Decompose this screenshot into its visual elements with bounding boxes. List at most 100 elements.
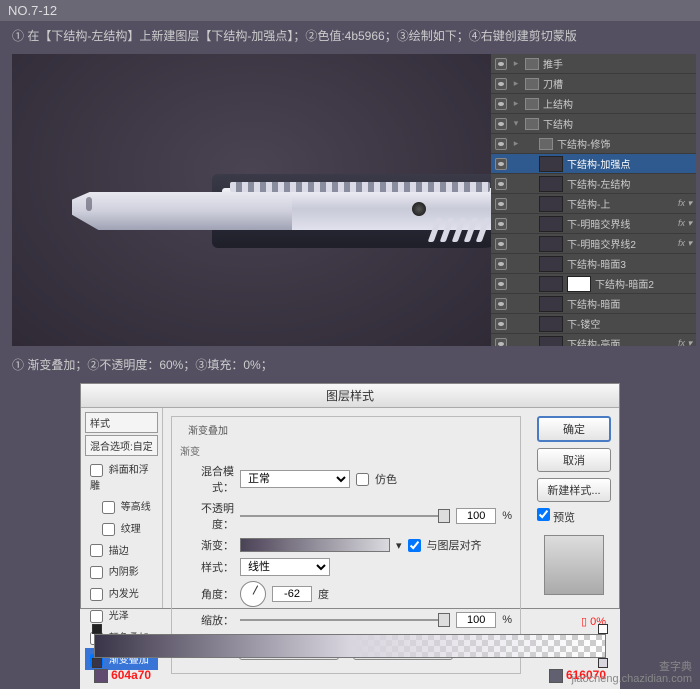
- layer-thumb: [539, 316, 563, 332]
- visibility-icon[interactable]: [495, 318, 507, 330]
- angle-label: 角度：: [180, 586, 234, 602]
- layer-row[interactable]: 下结构-加强点: [491, 154, 696, 174]
- visibility-icon[interactable]: [495, 158, 507, 170]
- visibility-icon[interactable]: [495, 258, 507, 270]
- knife-blade: [72, 192, 292, 230]
- chevron-down-icon[interactable]: ▾: [396, 539, 402, 552]
- visibility-icon[interactable]: [495, 278, 507, 290]
- scale-slider[interactable]: [240, 619, 450, 621]
- ok-button[interactable]: 确定: [537, 416, 611, 442]
- visibility-icon[interactable]: [495, 238, 507, 250]
- style-item[interactable]: 内发光: [85, 582, 158, 604]
- style-checkbox[interactable]: [90, 566, 103, 579]
- opacity-slider[interactable]: [240, 515, 450, 517]
- gradient-ramp[interactable]: [94, 634, 606, 658]
- gradient-picker[interactable]: [240, 538, 390, 552]
- mask-thumb: [567, 276, 591, 292]
- disclosure-icon[interactable]: ▸: [511, 78, 521, 89]
- layer-thumb: [539, 216, 563, 232]
- layer-name: 下结构-修饰: [557, 136, 692, 151]
- layer-row[interactable]: ▾ 下结构: [491, 114, 696, 134]
- layer-name: 下-明暗交界线2: [567, 236, 674, 251]
- layer-row[interactable]: ▸推手: [491, 54, 696, 74]
- layer-name: 下结构: [543, 116, 692, 131]
- style-item[interactable]: 等高线: [85, 495, 158, 517]
- opacity-input[interactable]: [456, 508, 496, 524]
- watermark: 查字典 jiaocheng.chazidian.com: [572, 661, 692, 685]
- layer-row[interactable]: 下结构-左结构: [491, 174, 696, 194]
- layer-name: 下结构-暗面2: [595, 276, 692, 291]
- fx-badge[interactable]: fx ▾: [678, 218, 692, 229]
- layer-thumb: [539, 276, 563, 292]
- step-header: NO.7-12: [0, 0, 700, 21]
- disclosure-icon[interactable]: ▸: [511, 138, 521, 149]
- scale-input[interactable]: [456, 612, 496, 628]
- color-left: 604a70: [94, 668, 151, 683]
- disclosure-icon[interactable]: ▸: [511, 98, 521, 109]
- layer-row[interactable]: 下结构-暗面: [491, 294, 696, 314]
- layer-row[interactable]: ▸ 下结构-修饰: [491, 134, 696, 154]
- dither-checkbox[interactable]: [356, 473, 369, 486]
- style-checkbox[interactable]: [102, 501, 115, 514]
- styles-heading[interactable]: 样式: [85, 412, 158, 433]
- scale-label: 缩放：: [180, 612, 234, 628]
- layer-thumb: [539, 296, 563, 312]
- layer-row[interactable]: 下结构-亮面fx ▾: [491, 334, 696, 346]
- style-item[interactable]: 光泽: [85, 604, 158, 626]
- blend-mode-select[interactable]: 正常: [240, 470, 350, 488]
- layer-row[interactable]: ▸上结构: [491, 94, 696, 114]
- style-checkbox[interactable]: [90, 464, 103, 477]
- knife-artwork: [72, 174, 491, 254]
- caption-1: ① 在【下结构-左结构】上新建图层【下结构-加强点】；②色值:4b5966；③绘…: [0, 21, 700, 50]
- blend-options[interactable]: 混合选项:自定: [85, 435, 158, 456]
- color-stop-left[interactable]: [92, 658, 102, 668]
- visibility-icon[interactable]: [495, 338, 507, 347]
- layer-row[interactable]: 下结构-暗面3: [491, 254, 696, 274]
- style-item[interactable]: 纹理: [85, 517, 158, 539]
- swatch-left-icon: [94, 669, 108, 683]
- style-item[interactable]: 内阴影: [85, 560, 158, 582]
- style-select[interactable]: 线性: [240, 558, 330, 576]
- layer-thumb: [539, 196, 563, 212]
- layer-style-dialog: 图层样式 样式 混合选项:自定 斜面和浮雕 等高线 纹理 描边 内阴影 内发光 …: [80, 383, 620, 609]
- layer-row[interactable]: 下结构-上fx ▾: [491, 194, 696, 214]
- visibility-icon[interactable]: [495, 178, 507, 190]
- visibility-icon[interactable]: [495, 78, 507, 90]
- layer-row[interactable]: 下结构-暗面2: [491, 274, 696, 294]
- layer-row[interactable]: 下-明暗交界线fx ▾: [491, 214, 696, 234]
- disclosure-icon[interactable]: ▸: [511, 58, 521, 69]
- visibility-icon[interactable]: [495, 118, 507, 130]
- style-item[interactable]: 描边: [85, 539, 158, 561]
- layer-thumb: [539, 336, 563, 347]
- layer-name: 下结构-加强点: [567, 156, 692, 171]
- layer-row[interactable]: 下-镂空: [491, 314, 696, 334]
- style-item[interactable]: 斜面和浮雕: [85, 458, 158, 495]
- fx-badge[interactable]: fx ▾: [678, 198, 692, 209]
- opacity-handle-left[interactable]: [92, 624, 102, 634]
- visibility-icon[interactable]: [495, 218, 507, 230]
- fx-badge[interactable]: fx ▾: [678, 338, 692, 346]
- style-label: 样式：: [180, 559, 234, 575]
- layer-thumb: [539, 236, 563, 252]
- cancel-button[interactable]: 取消: [537, 448, 611, 472]
- visibility-icon[interactable]: [495, 98, 507, 110]
- layer-row[interactable]: ▸刀槽: [491, 74, 696, 94]
- disclosure-icon[interactable]: ▾: [511, 118, 521, 129]
- layer-row[interactable]: 下-明暗交界线2 fx ▾: [491, 234, 696, 254]
- fx-badge[interactable]: fx ▾: [678, 238, 692, 249]
- visibility-icon[interactable]: [495, 138, 507, 150]
- style-checkbox[interactable]: [102, 523, 115, 536]
- visibility-icon[interactable]: [495, 198, 507, 210]
- angle-input[interactable]: [272, 586, 312, 602]
- preview-checkbox[interactable]: [537, 508, 550, 521]
- opacity-handle-right[interactable]: [598, 624, 608, 634]
- align-checkbox[interactable]: [408, 539, 421, 552]
- visibility-icon[interactable]: [495, 298, 507, 310]
- new-style-button[interactable]: 新建样式...: [537, 478, 611, 502]
- style-checkbox[interactable]: [90, 588, 103, 601]
- style-checkbox[interactable]: [90, 610, 103, 623]
- visibility-icon[interactable]: [495, 58, 507, 70]
- style-checkbox[interactable]: [90, 544, 103, 557]
- angle-dial[interactable]: [240, 581, 266, 607]
- align-label: 与图层对齐: [427, 537, 482, 553]
